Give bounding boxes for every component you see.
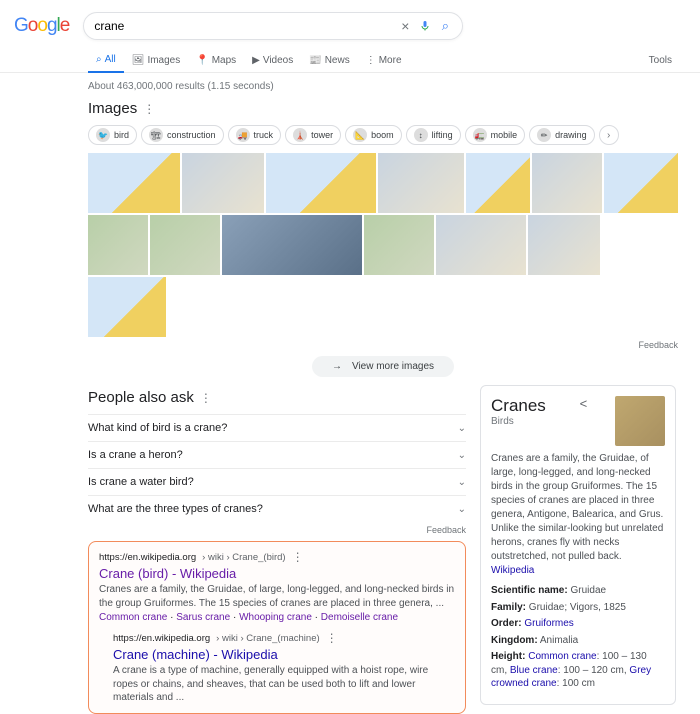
search-result: https://en.wikipedia.org › wiki › Crane_…	[113, 631, 455, 705]
result-snippet: Cranes are a family, the Gruidae, of lar…	[99, 583, 455, 610]
images-menu-icon[interactable]: ⋮	[143, 102, 155, 116]
chip-drawing[interactable]: ✏drawing	[529, 125, 595, 145]
paa-question[interactable]: What are the three types of cranes?⌄	[88, 495, 466, 522]
more-icon: ⋮	[366, 55, 376, 66]
kp-title: Cranes	[491, 396, 546, 416]
tab-news[interactable]: 📰News	[301, 49, 357, 72]
result-snippet: A crane is a type of machine, generally …	[113, 664, 455, 705]
sitelink[interactable]: Sarus crane	[176, 612, 230, 623]
chip-tower[interactable]: 🗼tower	[285, 125, 341, 145]
images-feedback-link[interactable]: Feedback	[88, 340, 678, 350]
news-icon: 📰	[309, 55, 321, 66]
paa-heading: People also ask⋮	[88, 389, 466, 406]
kp-fact: Kingdom: Animalia	[491, 634, 665, 648]
arrow-right-icon: →	[332, 361, 342, 372]
image-thumb[interactable]	[532, 153, 602, 213]
search-result: https://en.wikipedia.org › wiki › Crane_…	[99, 550, 455, 623]
chevron-down-icon: ⌄	[458, 423, 466, 434]
share-icon[interactable]: <	[580, 396, 588, 411]
videos-icon: ▶	[252, 55, 260, 66]
images-heading: Images ⋮	[88, 100, 700, 117]
search-input[interactable]	[94, 19, 392, 33]
sitelink[interactable]: Demoiselle crane	[321, 612, 398, 623]
result-cite: https://en.wikipedia.org › wiki › Crane_…	[99, 550, 455, 564]
chevron-down-icon: ⌄	[458, 450, 466, 461]
maps-icon: 📍	[196, 55, 208, 66]
image-thumb[interactable]	[528, 215, 600, 275]
tab-images[interactable]: 🖼Images	[124, 49, 189, 72]
image-thumb[interactable]	[466, 153, 530, 213]
images-icon: 🖼	[132, 55, 145, 66]
tab-maps[interactable]: 📍Maps	[188, 49, 244, 72]
kp-subtitle: Birds	[491, 416, 546, 427]
chevron-down-icon: ⌄	[458, 504, 466, 515]
kp-fact-link[interactable]: Gruiformes	[524, 618, 573, 629]
people-also-ask: What kind of bird is a crane?⌄ Is a cran…	[88, 414, 466, 522]
knowledge-panel: Cranes Birds < Cranes are a family, the …	[480, 385, 676, 705]
kp-fact: Height: Common crane: 100 – 130 cm, Blue…	[491, 650, 665, 691]
kp-fact-link[interactable]: Blue crane	[510, 665, 558, 676]
image-thumb[interactable]	[88, 277, 166, 337]
highlighted-results: https://en.wikipedia.org › wiki › Crane_…	[88, 541, 466, 714]
view-more-images-button[interactable]: →View more images	[312, 356, 454, 377]
chip-scroll-right[interactable]: ›	[599, 125, 619, 145]
image-thumb[interactable]	[364, 215, 434, 275]
paa-menu-icon[interactable]: ⋮	[200, 391, 212, 405]
chip-lifting[interactable]: ↕lifting	[406, 125, 461, 145]
clear-icon[interactable]: ×	[398, 19, 412, 33]
image-thumb[interactable]	[222, 215, 362, 275]
kp-fact: Order: Gruiformes	[491, 617, 665, 631]
kp-image[interactable]	[615, 396, 665, 446]
search-small-icon: ⌕	[96, 54, 102, 65]
kp-fact-link[interactable]: Common crane	[528, 651, 596, 662]
chip-truck[interactable]: 🚚truck	[228, 125, 282, 145]
tab-more[interactable]: ⋮More	[358, 49, 410, 72]
search-bar[interactable]: × ⌕	[83, 12, 463, 40]
paa-feedback-link[interactable]: Feedback	[88, 525, 466, 535]
image-thumb[interactable]	[378, 153, 464, 213]
image-thumb[interactable]	[88, 153, 180, 213]
search-tabs: ⌕All 🖼Images 📍Maps ▶Videos 📰News ⋮More T…	[0, 48, 700, 73]
result-title-link[interactable]: Crane (machine) - Wikipedia	[113, 647, 455, 662]
image-thumb[interactable]	[88, 215, 148, 275]
chevron-down-icon: ⌄	[458, 477, 466, 488]
sitelink[interactable]: Common crane	[99, 612, 167, 623]
search-icon[interactable]: ⌕	[438, 19, 452, 33]
tab-videos[interactable]: ▶Videos	[244, 49, 301, 72]
chip-construction[interactable]: 🏗construction	[141, 125, 224, 145]
paa-question[interactable]: Is a crane a heron?⌄	[88, 441, 466, 468]
image-chip-row: 🐦bird 🏗construction 🚚truck 🗼tower 📐boom …	[88, 125, 700, 145]
mic-icon[interactable]	[418, 19, 432, 33]
chip-bird[interactable]: 🐦bird	[88, 125, 137, 145]
result-sitelinks: Common crane · Sarus crane · Whooping cr…	[99, 612, 455, 623]
image-thumb[interactable]	[436, 215, 526, 275]
image-thumb[interactable]	[150, 215, 220, 275]
chip-boom[interactable]: 📐boom	[345, 125, 402, 145]
result-menu-icon[interactable]: ⋮	[292, 550, 304, 564]
kp-source-link[interactable]: Wikipedia	[491, 565, 534, 576]
result-stats: About 463,000,000 results (1.15 seconds)	[88, 81, 700, 92]
sitelink[interactable]: Whooping crane	[239, 612, 312, 623]
paa-question[interactable]: Is crane a water bird?⌄	[88, 468, 466, 495]
image-thumb[interactable]	[182, 153, 264, 213]
paa-question[interactable]: What kind of bird is a crane?⌄	[88, 414, 466, 441]
kp-fact: Family: Gruidae; Vigors, 1825	[491, 601, 665, 615]
kp-fact: Scientific name: Gruidae	[491, 584, 665, 598]
kp-description: Cranes are a family, the Gruidae, of lar…	[491, 452, 665, 578]
result-cite: https://en.wikipedia.org › wiki › Crane_…	[113, 631, 455, 645]
chip-mobile[interactable]: 🚛mobile	[465, 125, 526, 145]
image-results-grid	[88, 153, 678, 337]
image-thumb[interactable]	[266, 153, 376, 213]
tools-button[interactable]: Tools	[641, 49, 680, 72]
google-logo[interactable]: Google	[14, 15, 69, 37]
result-title-link[interactable]: Crane (bird) - Wikipedia	[99, 566, 455, 581]
result-menu-icon[interactable]: ⋮	[326, 631, 338, 645]
image-thumb[interactable]	[604, 153, 678, 213]
tab-all[interactable]: ⌕All	[88, 48, 124, 73]
